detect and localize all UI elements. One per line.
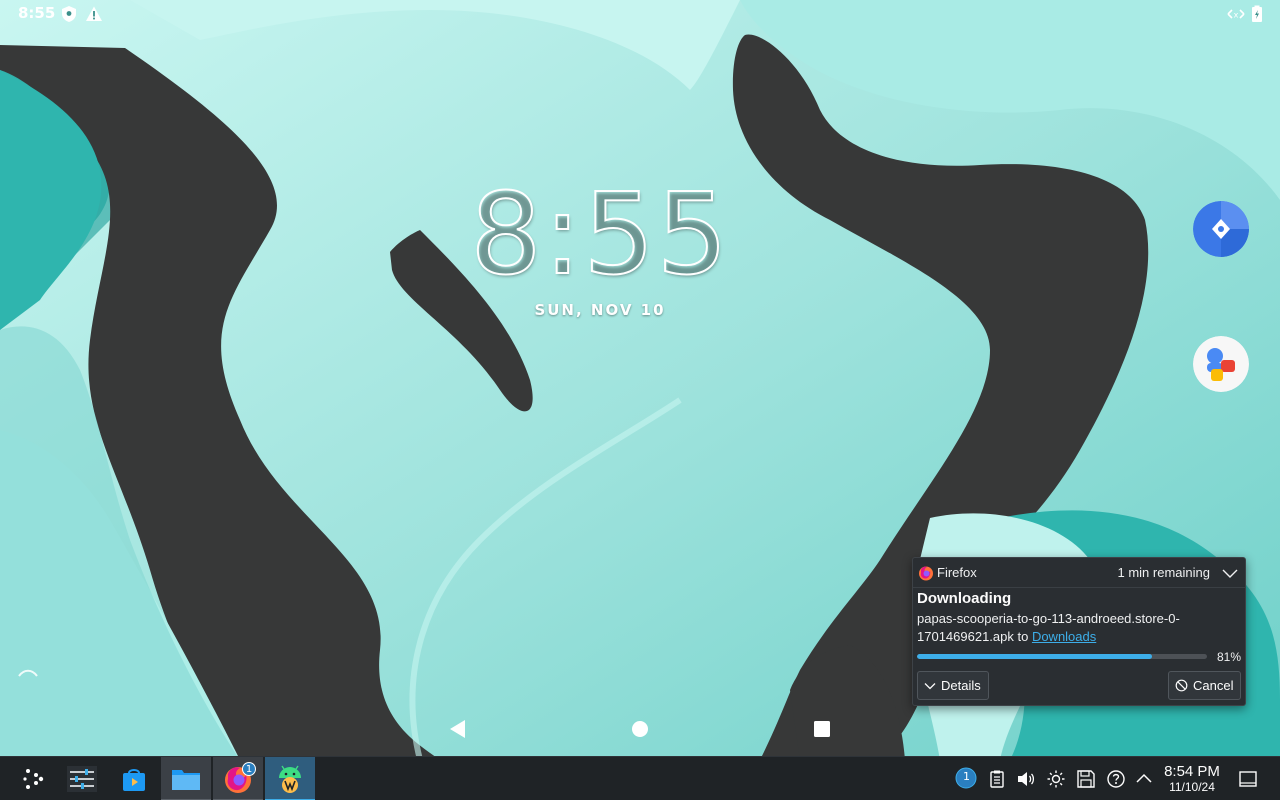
download-progress-bar — [917, 654, 1207, 659]
notification-header: Firefox 1 min remaining — [913, 558, 1245, 588]
lock-clock: 8:55 — [469, 169, 730, 301]
expand-tray-icon[interactable] — [1134, 769, 1154, 789]
home-icon[interactable] — [629, 718, 651, 740]
lock-date: SUN, NOV 10 — [534, 301, 666, 319]
cancel-label: Cancel — [1193, 678, 1234, 693]
status-bar: 8:55 x — [0, 0, 1280, 28]
taskbar: 1 1 — [0, 756, 1280, 800]
app-launcher-button[interactable] — [8, 757, 58, 800]
chevron-down-icon — [924, 682, 936, 689]
file-manager-icon — [172, 770, 200, 790]
details-button[interactable]: Details — [917, 671, 989, 700]
firefox-taskbar-button[interactable]: 1 — [213, 757, 263, 800]
waydroid-button[interactable] — [265, 757, 315, 800]
back-icon[interactable] — [447, 718, 469, 740]
clipboard-icon[interactable] — [987, 769, 1007, 789]
disks-icon[interactable] — [1076, 769, 1096, 789]
app-launcher-icon — [23, 769, 44, 789]
waydroid-icon — [279, 765, 301, 793]
network-arrows-icon: x — [1227, 9, 1245, 20]
show-desktop-icon[interactable] — [1238, 769, 1258, 789]
shield-icon — [62, 6, 76, 22]
battery-icon — [1252, 5, 1262, 22]
volume-icon[interactable] — [1016, 769, 1036, 789]
help-icon[interactable] — [1106, 769, 1126, 789]
cancel-button[interactable]: Cancel — [1168, 671, 1241, 700]
brightness-icon[interactable] — [1046, 769, 1066, 789]
discover-button[interactable] — [109, 757, 159, 800]
details-label: Details — [941, 678, 981, 693]
system-settings-button[interactable] — [57, 757, 107, 800]
notification-remaining: 1 min remaining — [1117, 565, 1211, 580]
cancel-icon — [1175, 679, 1188, 692]
taskbar-clock-time[interactable]: 8:54 PM — [1160, 763, 1224, 780]
download-progress-fill — [917, 654, 1152, 659]
svg-text:x: x — [1234, 11, 1239, 20]
firefox-download-badge: 1 — [242, 762, 256, 776]
recents-icon[interactable] — [811, 718, 833, 740]
download-progress-label: 81% — [1216, 650, 1241, 664]
swipe-up-icon[interactable] — [16, 665, 40, 679]
status-time: 8:55 — [18, 4, 56, 22]
system-settings-icon — [67, 766, 97, 792]
chevron-down-icon[interactable] — [1221, 564, 1239, 582]
updates-badge: 1 — [963, 770, 970, 783]
alert-icon — [86, 6, 102, 21]
file-manager-button[interactable] — [161, 757, 211, 800]
notification-body: papas-scooperia-to-go-113-androeed.store… — [917, 610, 1227, 646]
contacts-app-icon[interactable] — [1193, 336, 1249, 392]
compass-app-icon[interactable] — [1193, 201, 1249, 257]
taskbar-clock-date[interactable]: 11/10/24 — [1160, 780, 1224, 794]
download-notification: Firefox 1 min remaining Downloading papa… — [912, 557, 1246, 706]
notification-title: Downloading — [917, 590, 1012, 607]
downloads-link[interactable]: Downloads — [1032, 629, 1096, 644]
discover-store-icon — [123, 769, 145, 791]
notification-app-name: Firefox — [937, 565, 977, 580]
updates-button[interactable]: 1 — [955, 767, 977, 789]
android-screen: 8:55 x 8:55 SUN, NOV 10 Firefox 1 min re… — [0, 0, 1280, 800]
firefox-icon — [919, 566, 933, 581]
